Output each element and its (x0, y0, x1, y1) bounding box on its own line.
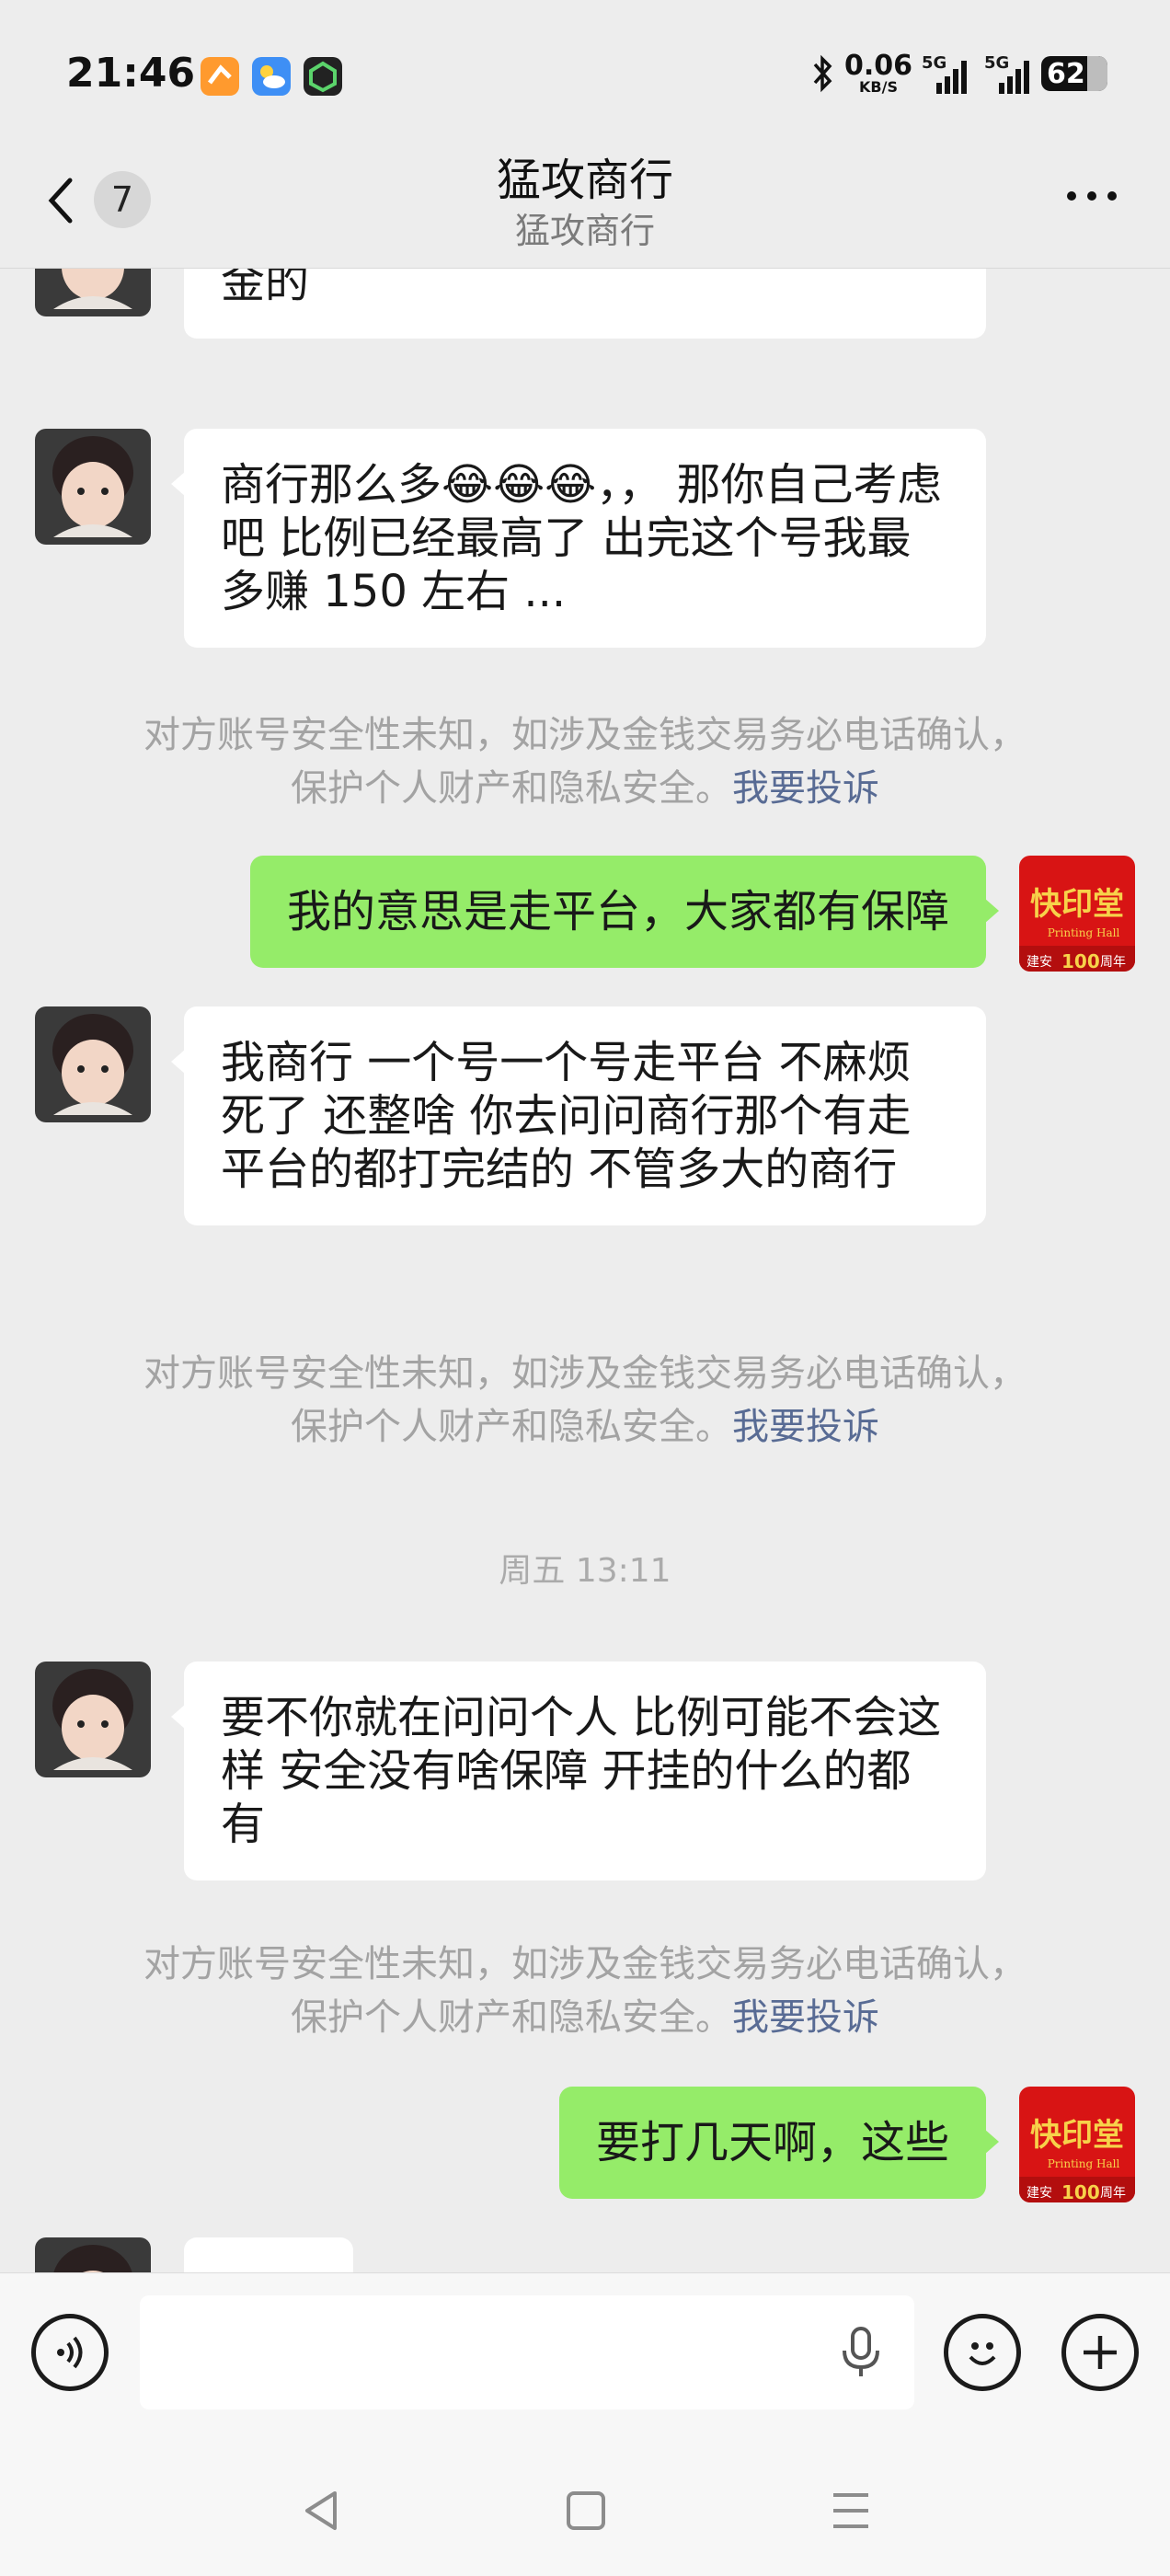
smiley-icon (969, 2342, 996, 2365)
report-link[interactable]: 我要投诉 (732, 767, 879, 810)
battery-level: 62 (1047, 57, 1085, 90)
nav-home-button[interactable] (565, 2488, 607, 2537)
notice-line-2: 保护个人财产和隐私安全。 (291, 1996, 732, 2039)
message-row (0, 2237, 1170, 2272)
message-list[interactable]: 打手都俱乐部合作的都是纯绿 都有押金的 商行那么多😂😂😂，， 那你自己考虑吧 比… (0, 269, 1170, 2272)
sticker-text: 快印堂 (1030, 886, 1124, 923)
avatar[interactable] (35, 2237, 151, 2272)
message-bubble-incoming[interactable] (184, 2237, 353, 2272)
message-row: 要不你就在问问个人 比例可能不会这样 安全没有啥保障 开挂的什么的都有 (0, 1662, 1170, 1901)
chat-header: 7 猛攻商行 猛攻商行 (0, 138, 1170, 269)
message-row: 商行那么多😂😂😂，， 那你自己考虑吧 比例已经最高了 出完这个号我最多赚 150… (0, 429, 1170, 668)
sticker-years-suffix: 周年 (1100, 955, 1126, 970)
signal-icon: 5G (979, 53, 1032, 94)
signal-icon: 5G (922, 53, 969, 94)
battery-icon: 62 (1041, 56, 1107, 91)
message-row: 打手都俱乐部合作的都是纯绿 都有押金的 (0, 269, 1170, 385)
message-bubble-outgoing[interactable]: 要打几天啊，这些 (558, 2087, 1000, 2199)
safety-notice: 对方账号安全性未知，如涉及金钱交易务必电话确认， 保护个人财产和隐私安全。我要投… (0, 708, 1170, 815)
status-time: 21:46 (66, 50, 196, 97)
notice-line-1: 对方账号安全性未知，如涉及金钱交易务必电话确认， (143, 1352, 1027, 1395)
system-navigation-bar (0, 2447, 1170, 2576)
net-speed-unit: KB/S (859, 78, 898, 96)
sticker-years-suffix: 周年 (1100, 2186, 1126, 2201)
voice-mode-button[interactable] (31, 2314, 109, 2391)
safety-notice: 对方账号安全性未知，如涉及金钱交易务必电话确认， 保护个人财产和隐私安全。我要投… (0, 1347, 1170, 1454)
self-avatar[interactable]: 快印堂 Printing Hall 建安 100 周年 (1019, 2087, 1135, 2202)
message-row: 我商行 一个号一个号走平台 不麻烦死了 还整啥 你去问问商行那个有走平台的都打完… (0, 1006, 1170, 1310)
sticker-subtext: Printing Hall (1048, 2157, 1120, 2170)
more-dot-icon (1107, 191, 1117, 201)
sticker-years: 100 (1061, 2181, 1100, 2202)
net-speed-value: 0.06 (843, 50, 912, 82)
menu-lines-icon (833, 2493, 868, 2528)
self-avatar[interactable]: 快印堂 Printing Hall 建安 100 周年 (1019, 856, 1135, 972)
mic-button[interactable] (837, 2325, 885, 2384)
square-home-icon (567, 2491, 605, 2530)
report-link[interactable]: 我要投诉 (732, 1406, 879, 1448)
bluetooth-icon (813, 54, 832, 93)
more-options-button[interactable] (1067, 191, 1117, 201)
notice-line-2: 保护个人财产和隐私安全。 (291, 1406, 732, 1448)
status-bar: 21:46 0.06 KB/S 5G 5G 62 (0, 0, 1170, 138)
plus-icon (1084, 2336, 1117, 2369)
more-dot-icon (1067, 191, 1076, 201)
voice-wave-icon (57, 2336, 83, 2369)
message-row: 我的意思是走平台，大家都有保障 快印堂 Printing Hall 建安 100… (0, 856, 1170, 975)
triangle-back-icon (305, 2491, 337, 2530)
emoji-button[interactable] (944, 2314, 1021, 2391)
sticker-badge: 建安 (1027, 955, 1052, 970)
notice-line-1: 对方账号安全性未知，如涉及金钱交易务必电话确认， (143, 714, 1027, 756)
input-bar (0, 2272, 1170, 2447)
net-speed: 0.06 KB/S (844, 52, 912, 95)
sticker-text: 快印堂 (1030, 2117, 1124, 2154)
app-orange-icon (201, 57, 239, 96)
message-bubble-incoming[interactable]: 我商行 一个号一个号走平台 不麻烦死了 还整啥 你去问问商行那个有走平台的都打完… (171, 1006, 986, 1225)
nav-back-button[interactable] (300, 2488, 342, 2537)
message-input[interactable] (140, 2295, 914, 2409)
sticker-badge: 建安 (1027, 2186, 1052, 2201)
avatar[interactable] (35, 1662, 151, 1777)
safety-notice: 对方账号安全性未知，如涉及金钱交易务必电话确认， 保护个人财产和隐私安全。我要投… (0, 1938, 1170, 2044)
avatar[interactable] (35, 1006, 151, 1122)
sticker-years: 100 (1061, 950, 1100, 972)
message-bubble-incoming[interactable]: 商行那么多😂😂😂，， 那你自己考虑吧 比例已经最高了 出完这个号我最多赚 150… (171, 429, 986, 648)
notice-line-2: 保护个人财产和隐私安全。 (291, 767, 732, 810)
more-actions-button[interactable] (1061, 2314, 1139, 2391)
message-timestamp: 周五 13:11 (499, 1552, 671, 1590)
avatar[interactable] (35, 429, 151, 545)
more-dot-icon (1087, 191, 1096, 201)
chat-title: 猛攻商行 (496, 155, 673, 206)
avatar[interactable] (35, 269, 151, 316)
message-bubble-outgoing[interactable]: 我的意思是走平台，大家都有保障 (249, 856, 1000, 968)
message-row: 要打几天啊，这些 快印堂 Printing Hall 建安 100 周年 (0, 2087, 1170, 2206)
weather-icon (252, 57, 291, 96)
message-bubble-incoming[interactable]: 要不你就在问问个人 比例可能不会这样 安全没有啥保障 开挂的什么的都有 (171, 1662, 986, 1880)
message-bubble-incoming[interactable]: 打手都俱乐部合作的都是纯绿 都有押金的 (184, 269, 986, 339)
app-green-icon (304, 57, 342, 96)
chat-subtitle: 猛攻商行 (514, 211, 655, 251)
chat-screen: 21:46 0.06 KB/S 5G 5G 62 7 猛攻商行 猛攻商行 金的 … (0, 0, 1170, 2576)
report-link[interactable]: 我要投诉 (732, 1996, 879, 2039)
status-right-group: 0.06 KB/S 5G 5G 62 (809, 50, 1107, 98)
sticker-subtext: Printing Hall (1048, 926, 1120, 939)
microphone-icon (843, 2327, 879, 2376)
nav-menu-button[interactable] (830, 2488, 872, 2537)
notice-line-1: 对方账号安全性未知，如涉及金钱交易务必电话确认， (143, 1943, 1027, 1985)
